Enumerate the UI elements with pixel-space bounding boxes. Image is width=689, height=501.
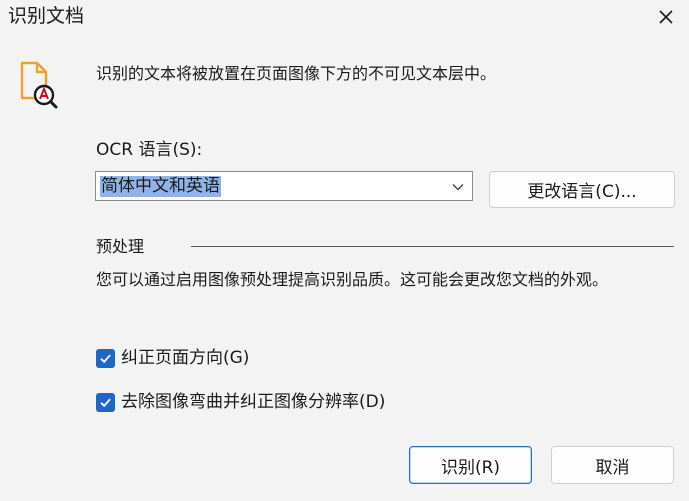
close-button[interactable] bbox=[646, 0, 686, 34]
preprocessing-section-header: 预处理 bbox=[96, 236, 674, 258]
recognize-button[interactable]: 识别(R) bbox=[409, 446, 532, 484]
chevron-down-icon bbox=[452, 184, 464, 191]
document-ocr-icon bbox=[20, 61, 58, 109]
close-icon bbox=[659, 10, 673, 24]
deskew-resolution-checkbox[interactable] bbox=[96, 392, 115, 412]
correct-orientation-checkbox[interactable] bbox=[96, 348, 115, 368]
correct-orientation-option[interactable]: 纠正页面方向(G) bbox=[96, 347, 249, 369]
change-language-button[interactable]: 更改语言(C)... bbox=[489, 171, 675, 208]
title-bar: 识别文档 bbox=[0, 0, 689, 36]
deskew-resolution-option[interactable]: 去除图像弯曲并纠正图像分辨率(D) bbox=[96, 391, 385, 413]
section-divider bbox=[191, 246, 674, 247]
correct-orientation-label: 纠正页面方向(G) bbox=[121, 348, 250, 368]
info-text: 识别的文本将被放置在页面图像下方的不可见文本层中。 bbox=[96, 64, 497, 83]
checkmark-icon bbox=[100, 398, 111, 407]
cancel-button[interactable]: 取消 bbox=[551, 446, 674, 484]
window-title: 识别文档 bbox=[8, 5, 85, 27]
ocr-language-label: OCR 语言(S): bbox=[96, 140, 203, 160]
deskew-resolution-label: 去除图像弯曲并纠正图像分辨率(D) bbox=[121, 392, 386, 412]
preprocessing-description: 您可以通过启用图像预处理提高识别品质。这可能会更改您文档的外观。 bbox=[96, 270, 609, 289]
checkmark-icon bbox=[100, 354, 111, 363]
preprocessing-title: 预处理 bbox=[96, 237, 145, 256]
selected-language: 简体中文和英语 bbox=[100, 176, 221, 197]
ocr-language-select[interactable]: 简体中文和英语 bbox=[95, 171, 473, 201]
